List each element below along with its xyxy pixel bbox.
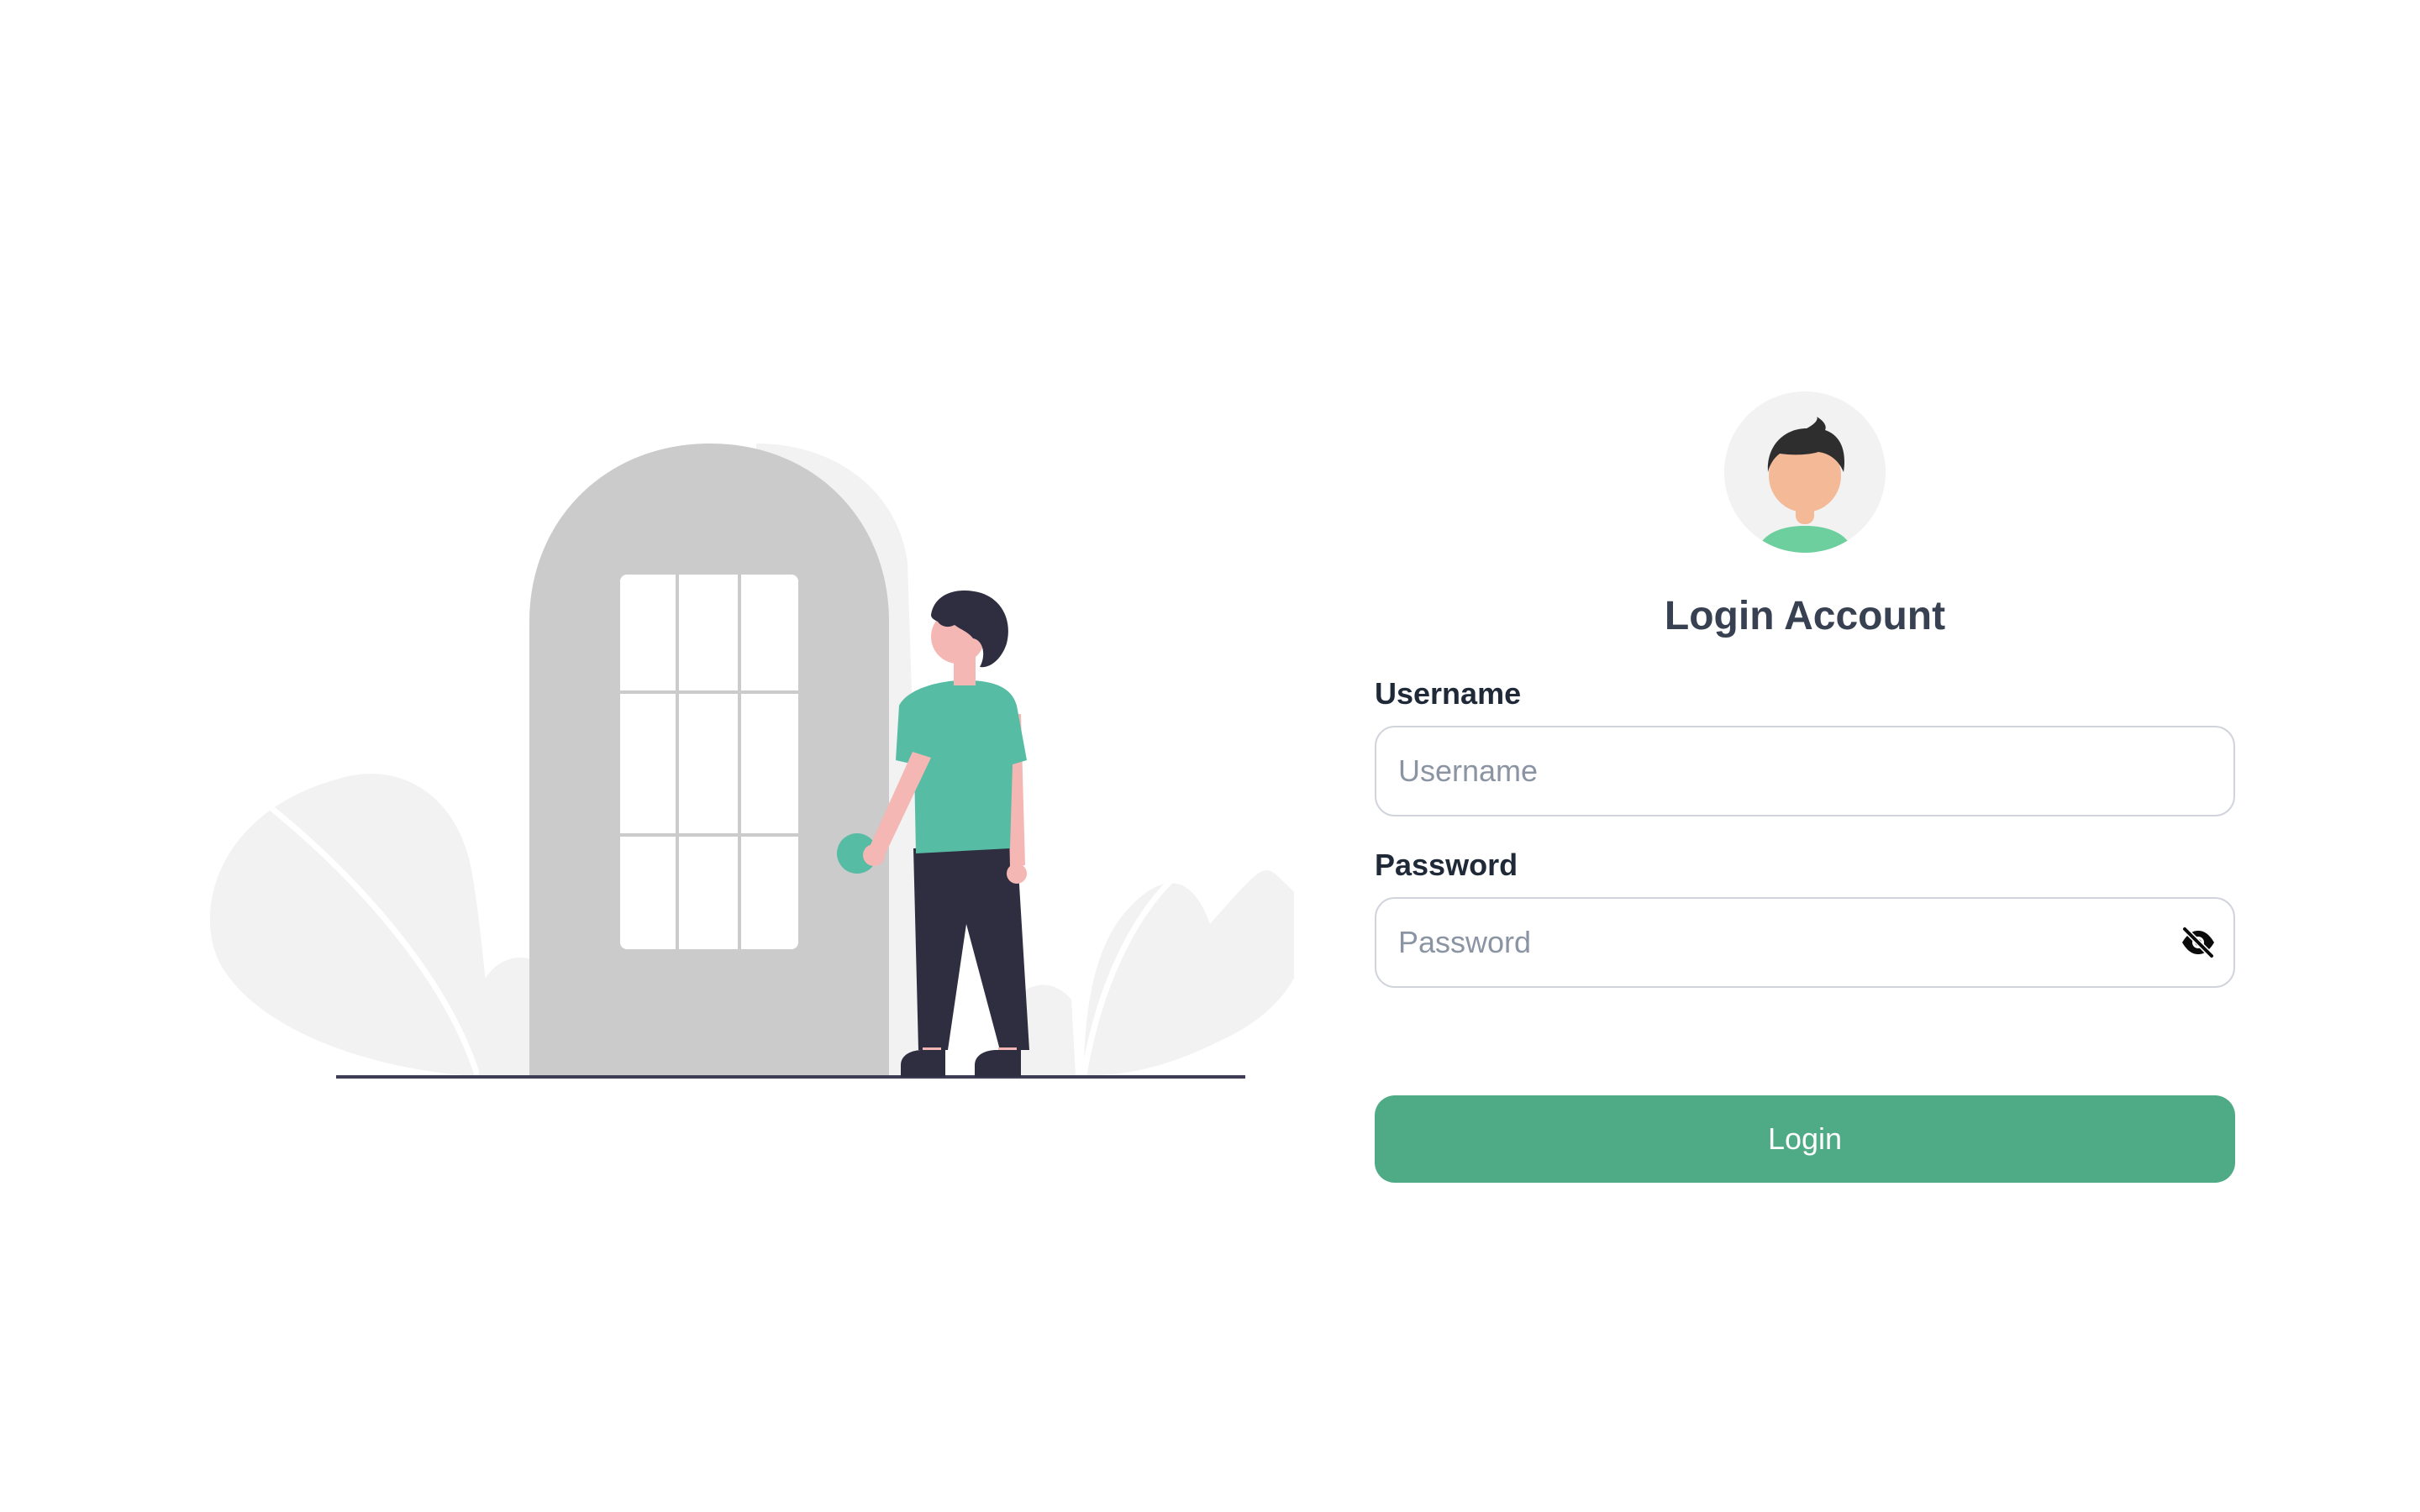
username-label: Username	[1375, 676, 1522, 711]
username-input-wrap	[1375, 726, 2235, 816]
user-avatar-icon	[1724, 391, 1886, 553]
page-title: Login Account	[1664, 594, 1946, 638]
person-at-door-illustration	[202, 428, 1294, 1100]
password-label: Password	[1375, 848, 1518, 882]
password-input[interactable]	[1375, 897, 2235, 988]
login-page: Login Account Username Password Login	[0, 0, 2420, 1512]
password-input-wrap	[1375, 897, 2235, 988]
eye-slash-icon[interactable]	[2180, 924, 2217, 961]
login-button[interactable]: Login	[1375, 1095, 2235, 1183]
login-form: Login Account Username Password Login	[1375, 391, 2235, 1183]
username-input[interactable]	[1375, 726, 2235, 816]
